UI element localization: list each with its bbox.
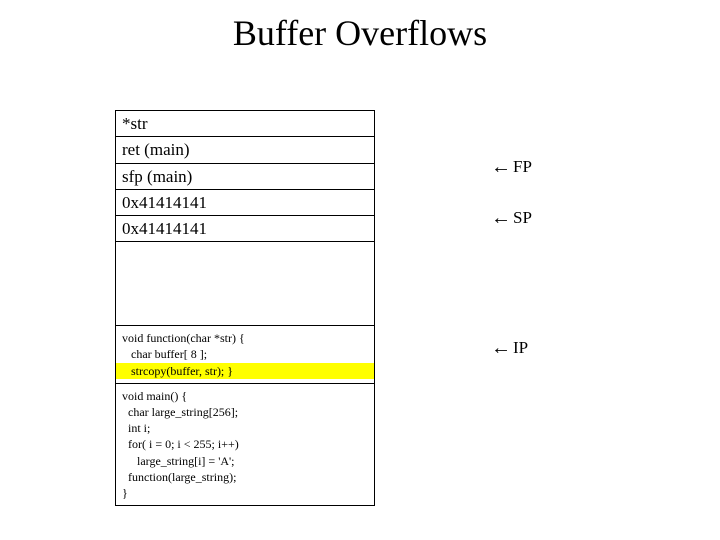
code-line: for( i = 0; i < 255; i++) [122, 437, 239, 451]
cell-ret: ret (main) [116, 136, 374, 162]
pointer-ip: ← IP [491, 338, 528, 358]
cell-sfp: sfp (main) [116, 163, 374, 189]
cell-buf2: 0x41414141 [116, 215, 374, 241]
cell-main-code: void main() { char large_string[256]; in… [116, 383, 374, 505]
code-line: } [122, 486, 128, 500]
cell-buf1: 0x41414141 [116, 189, 374, 215]
code-line: char buffer[ 8 ]; [122, 347, 207, 361]
code-line: large_string[i] = 'A'; [122, 454, 235, 468]
stack-table: *str ret (main) sfp (main) 0x41414141 0x… [115, 110, 375, 506]
code-line-highlight: strcopy(buffer, str); } [116, 363, 374, 379]
pointer-sp: ← SP [491, 208, 532, 228]
pointer-label: SP [513, 208, 532, 228]
code-line: int i; [122, 421, 150, 435]
arrow-left-icon: ← [491, 208, 511, 228]
code-line: char large_string[256]; [122, 405, 238, 419]
arrow-left-icon: ← [491, 157, 511, 177]
pointer-fp: ← FP [491, 157, 532, 177]
cell-gap [116, 241, 374, 325]
cell-function-code: void function(char *str) { char buffer[ … [116, 325, 374, 383]
pointer-label: IP [513, 338, 528, 358]
cell-str: *str [116, 111, 374, 136]
diagram: *str ret (main) sfp (main) 0x41414141 0x… [115, 110, 595, 506]
page-title: Buffer Overflows [0, 0, 720, 54]
code-line: void main() { [122, 389, 187, 403]
code-line: function(large_string); [122, 470, 236, 484]
pointer-label: FP [513, 157, 532, 177]
code-line: void function(char *str) { [122, 331, 245, 345]
arrow-left-icon: ← [491, 338, 511, 358]
